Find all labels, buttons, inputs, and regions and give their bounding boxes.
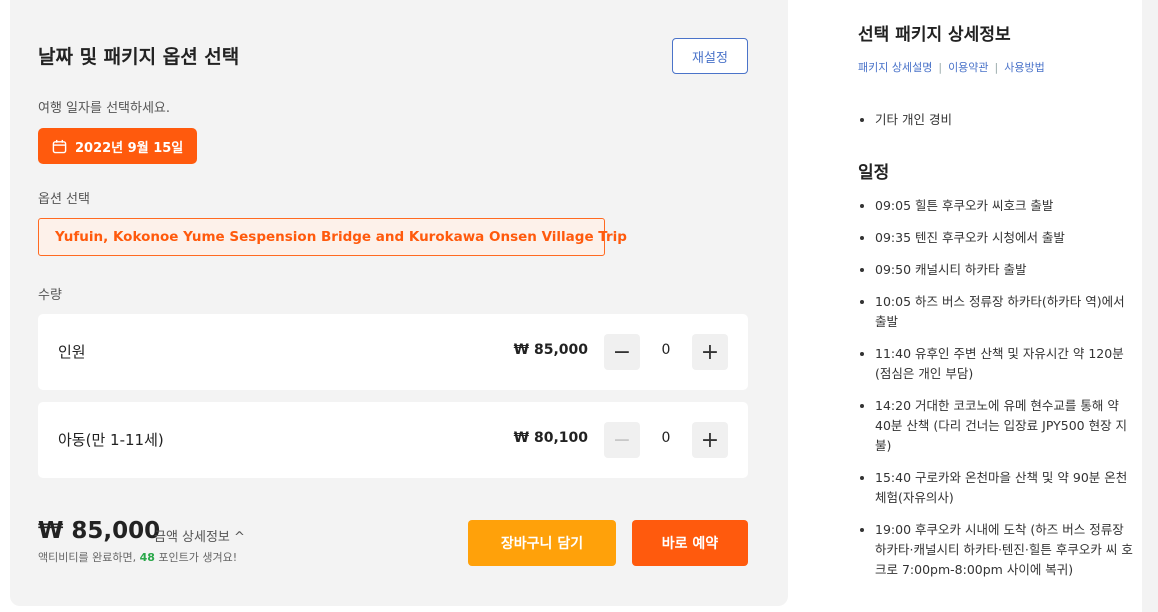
list-item: 기타 개인 경비	[858, 110, 1138, 130]
list-item: 15:40 구로카와 온천마을 산책 및 약 90분 온천체험(자유의사)	[858, 468, 1138, 508]
schedule-title: 일정	[858, 163, 890, 183]
quantity-row-adult: 인원 ₩ 85,000 − 0 +	[38, 314, 748, 390]
date-prompt: 여행 일자를 선택하세요.	[38, 101, 170, 116]
decrease-button[interactable]: −	[604, 334, 640, 370]
schedule-list: 09:05 힐튼 후쿠오카 씨호크 출발 09:35 텐진 후쿠오카 시청에서 …	[858, 196, 1138, 592]
list-item: 10:05 하즈 버스 정류장 하카타(하카타 역)에서 출발	[858, 292, 1138, 332]
row-label: 아동(만 1-11세)	[58, 431, 164, 449]
list-item: 11:40 유후인 주변 산책 및 자유시간 약 120분 (점심은 개인 부담…	[858, 344, 1138, 384]
row-price: ₩ 80,100	[513, 430, 588, 446]
tab-separator: |	[994, 61, 999, 74]
quantity-row-child: 아동(만 1-11세) ₩ 80,100 − 0 +	[38, 402, 748, 478]
list-item: 19:00 후쿠오카 시내에 도착 (하즈 버스 정류장 하카타·캐널시티 하카…	[858, 520, 1138, 580]
detail-title: 선택 패키지 상세정보	[858, 25, 1011, 45]
points-value: 48	[139, 551, 155, 564]
option-label: 옵션 선택	[38, 192, 90, 207]
tab-terms[interactable]: 이용약관	[948, 61, 988, 74]
list-item: 09:50 캐널시티 하카타 출발	[858, 260, 1138, 280]
extras-list: 기타 개인 경비	[858, 110, 1138, 142]
add-to-cart-button[interactable]: 장바구니 담기	[468, 520, 616, 566]
tab-how-to-use[interactable]: 사용방법	[1004, 61, 1044, 74]
quantity-value: 0	[661, 342, 671, 358]
list-item: 09:05 힐튼 후쿠오카 씨호크 출발	[858, 196, 1138, 216]
total-price: ₩ 85,000	[38, 518, 161, 544]
book-now-button[interactable]: 바로 예약	[632, 520, 748, 566]
price-detail-toggle[interactable]: 금액 상세정보 ^	[154, 526, 245, 545]
points-prefix: 액티비티를 완료하면,	[38, 551, 140, 564]
row-price: ₩ 85,000	[513, 342, 588, 358]
package-option-chip[interactable]: Yufuin, Kokonoe Yume Sespension Bridge a…	[38, 218, 627, 256]
package-detail-panel: 선택 패키지 상세정보 패키지 상세설명 | 이용약관 | 사용방법 기타 개인 경비 …	[838, 0, 1158, 612]
date-selector-button[interactable]: 2022년 9월 15일	[38, 128, 197, 164]
increase-button[interactable]: +	[692, 334, 728, 370]
list-item: 09:35 텐진 후쿠오카 시청에서 출발	[858, 228, 1138, 248]
selected-date: 2022년 9월 15일	[75, 140, 184, 156]
calendar-icon	[52, 139, 67, 153]
tab-separator: |	[938, 61, 943, 74]
detail-tabs: 패키지 상세설명 | 이용약관 | 사용방법	[858, 59, 1045, 75]
quantity-label: 수량	[38, 288, 62, 303]
list-item: 14:20 거대한 코코노에 유메 현수교를 통해 약 40분 산책 (다리 건…	[858, 396, 1138, 456]
quantity-value: 0	[661, 430, 671, 446]
points-note: 액티비티를 완료하면, 48 포인트가 생겨요!	[38, 549, 237, 565]
points-suffix: 포인트가 생겨요!	[154, 551, 238, 564]
row-label: 인원	[58, 343, 86, 361]
panel-title: 날짜 및 패키지 옵션 선택	[38, 46, 240, 68]
booking-panel: 날짜 및 패키지 옵션 선택 재설정 여행 일자를 선택하세요. 2022년 9…	[10, 0, 788, 606]
detail-card: 선택 패키지 상세정보 패키지 상세설명 | 이용약관 | 사용방법 기타 개인 경비 …	[838, 0, 1142, 612]
decrease-button[interactable]: −	[604, 422, 640, 458]
tab-package-description[interactable]: 패키지 상세설명	[858, 61, 932, 74]
increase-button[interactable]: +	[692, 422, 728, 458]
reset-button[interactable]: 재설정	[672, 38, 748, 74]
